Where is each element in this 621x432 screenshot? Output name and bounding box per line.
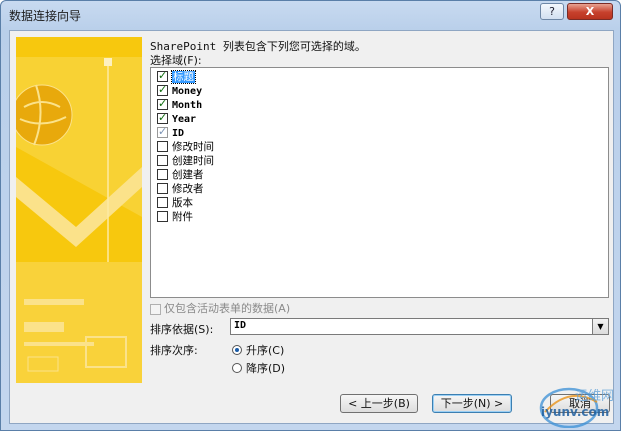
ascending-label: 升序(C) (246, 344, 285, 357)
descending-label: 降序(D) (246, 362, 286, 375)
field-label: ID (172, 128, 185, 139)
chevron-down-icon[interactable]: ▼ (592, 319, 608, 334)
field-label: Month (172, 100, 203, 111)
descending-radio[interactable]: 降序(D) (232, 360, 285, 376)
list-item[interactable]: 版本 (157, 196, 193, 211)
close-button[interactable]: X (567, 3, 613, 20)
field-label: 修改者 (172, 183, 204, 195)
field-checkbox[interactable] (157, 168, 168, 180)
field-checkbox[interactable] (157, 154, 168, 166)
wizard-art-graphic (16, 37, 142, 383)
sort-order-label: 排序次序: (150, 344, 198, 357)
watermark-brand: 运维网 (575, 389, 615, 404)
wizard-banner-image (16, 37, 142, 383)
list-item[interactable]: 修改者 (157, 182, 204, 197)
field-label: 标题 (171, 70, 196, 84)
field-label: Year (172, 114, 197, 125)
field-checkbox[interactable] (157, 210, 168, 222)
list-item[interactable]: 创建时间 (157, 154, 214, 169)
field-checkbox[interactable] (157, 140, 168, 152)
sort-by-dropdown[interactable]: ID ▼ (230, 318, 609, 335)
field-label: Money (172, 86, 203, 97)
list-item[interactable]: 修改时间 (157, 140, 214, 155)
list-item[interactable]: 创建者 (157, 168, 204, 183)
watermark-url: iyunv.com (541, 405, 610, 419)
ascending-radio[interactable]: 升序(C) (232, 342, 284, 358)
sort-by-label: 排序依据(S): (150, 323, 214, 336)
fields-listbox[interactable]: 标题 Money Month Year ID 修改时间创建时间创建者修改者版本附件 (150, 67, 609, 298)
dialog-client-area: SharePoint 列表包含下列您可选择的域。 选择域(F): 标题Money… (9, 30, 614, 424)
radio-dot (232, 345, 242, 355)
field-checkbox[interactable] (157, 83, 168, 96)
field-label: 附件 (172, 211, 193, 223)
field-checkbox[interactable] (157, 182, 168, 194)
help-button[interactable]: ? (540, 3, 564, 20)
field-checkbox[interactable] (157, 69, 168, 82)
fields-label: 选择域(F): (150, 54, 202, 67)
field-checkbox (157, 125, 168, 138)
list-item[interactable]: 附件 (157, 210, 193, 225)
list-item[interactable]: ID (157, 125, 185, 141)
watermark-logo: 运维网 iyunv.com (535, 382, 619, 429)
checkbox-box (150, 303, 161, 315)
field-label: 版本 (172, 197, 193, 209)
sort-by-value: ID (234, 320, 247, 331)
next-button[interactable]: 下一步(N) > (432, 394, 512, 413)
back-button[interactable]: < 上一步(B) (340, 394, 418, 413)
field-label: 创建者 (172, 169, 204, 181)
field-checkbox[interactable] (157, 97, 168, 110)
field-label: 创建时间 (172, 155, 214, 167)
radio-dot (232, 363, 242, 373)
field-label: 修改时间 (172, 141, 214, 153)
only-active-label: 仅包含活动表单的数据(A) (164, 302, 291, 315)
field-checkbox[interactable] (157, 111, 168, 124)
dialog-window: 数据连接向导 ? X SharePoint 列表包含下列您可选择的域。 选择域(… (0, 0, 621, 431)
field-checkbox[interactable] (157, 196, 168, 208)
window-title: 数据连接向导 (9, 9, 82, 23)
only-active-forms-checkbox[interactable]: 仅包含活动表单的数据(A) (150, 300, 290, 316)
